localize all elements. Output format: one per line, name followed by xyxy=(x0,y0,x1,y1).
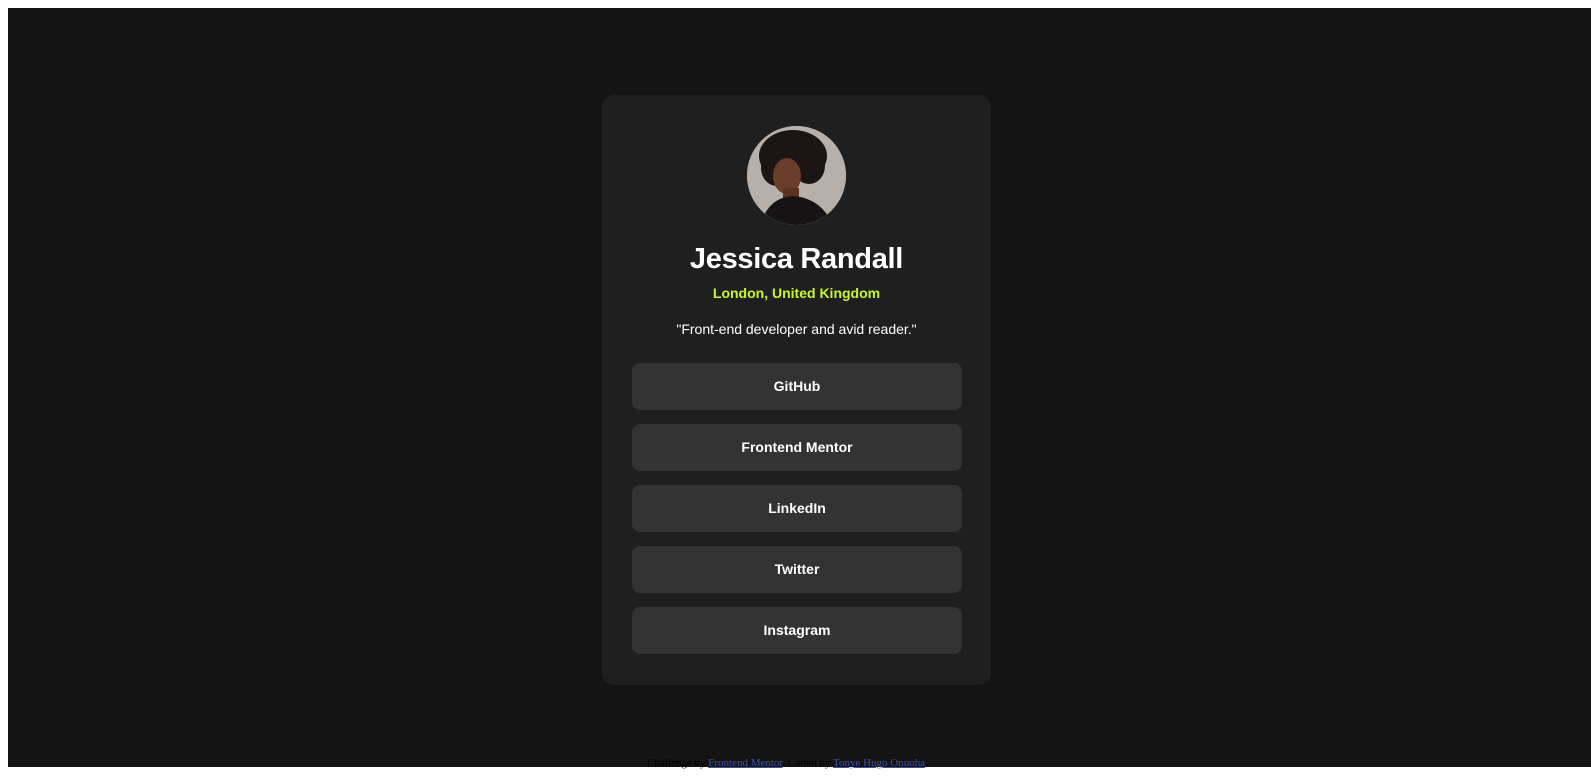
page-background: Jessica Randall London, United Kingdom "… xyxy=(8,8,1591,767)
attribution-footer: Challenge by Frontend Mentor. Coded by T… xyxy=(0,756,1575,770)
profile-bio: "Front-end developer and avid reader." xyxy=(676,321,917,337)
instagram-link-button[interactable]: Instagram xyxy=(632,607,962,654)
footer-suffix: . xyxy=(925,757,928,769)
profile-card: Jessica Randall London, United Kingdom "… xyxy=(602,95,991,685)
frontend-mentor-link-button[interactable]: Frontend Mentor xyxy=(632,424,962,471)
social-links: GitHub Frontend Mentor LinkedIn Twitter … xyxy=(632,363,962,668)
twitter-link-button[interactable]: Twitter xyxy=(632,546,962,593)
author-footer-link[interactable]: Tonye Hugo Onuoha xyxy=(833,757,925,769)
avatar xyxy=(747,126,846,225)
frontend-mentor-footer-link[interactable]: Frontend Mentor xyxy=(708,757,782,769)
avatar-image xyxy=(747,126,846,225)
footer-prefix: Challenge by xyxy=(647,757,706,769)
footer-middle: . Coded by xyxy=(782,757,831,769)
profile-name: Jessica Randall xyxy=(689,243,904,275)
github-link-button[interactable]: GitHub xyxy=(632,363,962,410)
linkedin-link-button[interactable]: LinkedIn xyxy=(632,485,962,532)
profile-location: London, United Kingdom xyxy=(712,285,881,301)
